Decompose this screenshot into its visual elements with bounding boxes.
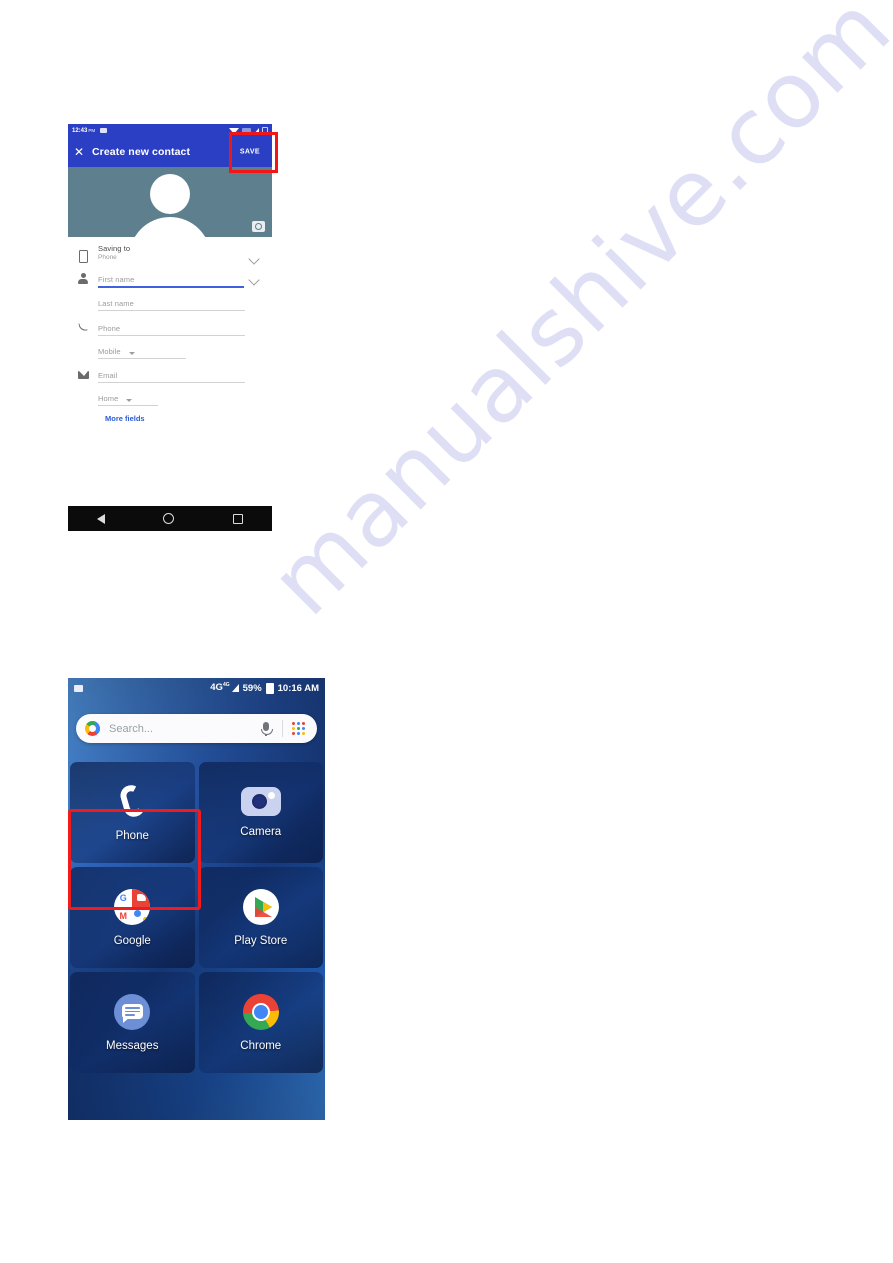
avatar-head <box>150 174 190 214</box>
camera-lens <box>255 223 262 230</box>
app-label: Camera <box>240 826 282 838</box>
saving-to-value: Phone <box>98 254 117 261</box>
status-time: 12:43 <box>72 127 88 134</box>
gallery-icon <box>100 128 108 133</box>
saving-to-label: Saving to <box>98 244 131 253</box>
watermark-text: manualshive.com <box>250 0 893 636</box>
phone-type-value[interactable]: Mobile <box>98 347 121 356</box>
recents-icon[interactable] <box>232 513 243 524</box>
app-label: Messages <box>106 1039 159 1052</box>
app-tile-play-store[interactable]: Play Store <box>198 867 323 968</box>
field-phone[interactable]: Phone <box>68 323 272 336</box>
email-type-value[interactable]: Home <box>98 394 118 403</box>
status-bar: 4G4G 59% 10:16 AM <box>68 678 325 698</box>
app-drawer-icon[interactable] <box>292 722 305 735</box>
app-label: Google <box>113 934 151 947</box>
screenshot-create-new-contact: 12:43 PM ✕ Create new contact SAVE Savin… <box>68 124 272 531</box>
phone-input[interactable]: Phone <box>98 324 245 333</box>
gallery-icon <box>74 684 83 692</box>
field-email[interactable]: Email <box>68 371 272 383</box>
more-fields-link[interactable]: More fields <box>68 406 272 429</box>
app-label: Chrome <box>240 1039 282 1052</box>
battery-percent: 59% <box>242 682 262 694</box>
field-last-name[interactable]: Last name <box>68 299 272 311</box>
save-button-highlight <box>229 132 278 173</box>
field-phone-type[interactable]: Mobile <box>68 347 272 359</box>
person-icon <box>68 273 98 288</box>
app-tile-camera[interactable]: Camera <box>198 762 323 863</box>
network-label: 4G4G <box>210 682 230 694</box>
status-ampm: PM <box>88 128 96 133</box>
home-icon[interactable] <box>163 513 175 524</box>
microphone-icon[interactable] <box>259 721 273 737</box>
field-email-type[interactable]: Home <box>68 394 272 406</box>
battery-icon <box>265 682 274 694</box>
status-time: 10:16 AM <box>277 682 319 694</box>
back-icon[interactable] <box>97 513 106 524</box>
app-label: Play Store <box>234 934 288 947</box>
play-store-icon <box>242 888 279 925</box>
page-title: Create new contact <box>92 146 191 158</box>
avatar-body <box>129 217 211 237</box>
email-input[interactable]: Email <box>98 371 245 380</box>
contact-form: Saving to Phone First name Last name Pho… <box>68 244 272 429</box>
search-input[interactable]: Search... <box>109 723 153 735</box>
phone-app-highlight <box>68 809 201 910</box>
divider <box>282 720 283 737</box>
navigation-bar <box>68 506 272 531</box>
field-saving-to[interactable]: Saving to Phone <box>68 244 272 267</box>
chevron-down-icon[interactable] <box>248 253 260 265</box>
mail-icon <box>68 371 98 383</box>
field-first-name[interactable]: First name <box>68 273 272 288</box>
app-tile-messages[interactable]: Messages <box>70 972 195 1073</box>
contact-photo-placeholder[interactable] <box>68 167 272 237</box>
google-search-bar[interactable]: Search... <box>76 714 317 743</box>
camera-icon[interactable] <box>252 221 265 232</box>
chevron-down-icon[interactable] <box>248 274 260 286</box>
phone-device-icon <box>68 250 98 267</box>
google-g-icon <box>85 721 100 736</box>
caret-down-icon[interactable] <box>128 352 135 355</box>
signal-icon <box>231 684 239 692</box>
caret-down-icon[interactable] <box>126 399 133 402</box>
close-icon[interactable]: ✕ <box>68 146 90 158</box>
camera-icon <box>240 787 281 816</box>
call-icon <box>68 323 98 336</box>
messages-icon <box>114 993 151 1030</box>
last-name-input[interactable]: Last name <box>98 299 245 308</box>
chrome-icon <box>242 993 279 1030</box>
first-name-input[interactable]: First name <box>98 275 244 284</box>
app-tile-chrome[interactable]: Chrome <box>198 972 323 1073</box>
